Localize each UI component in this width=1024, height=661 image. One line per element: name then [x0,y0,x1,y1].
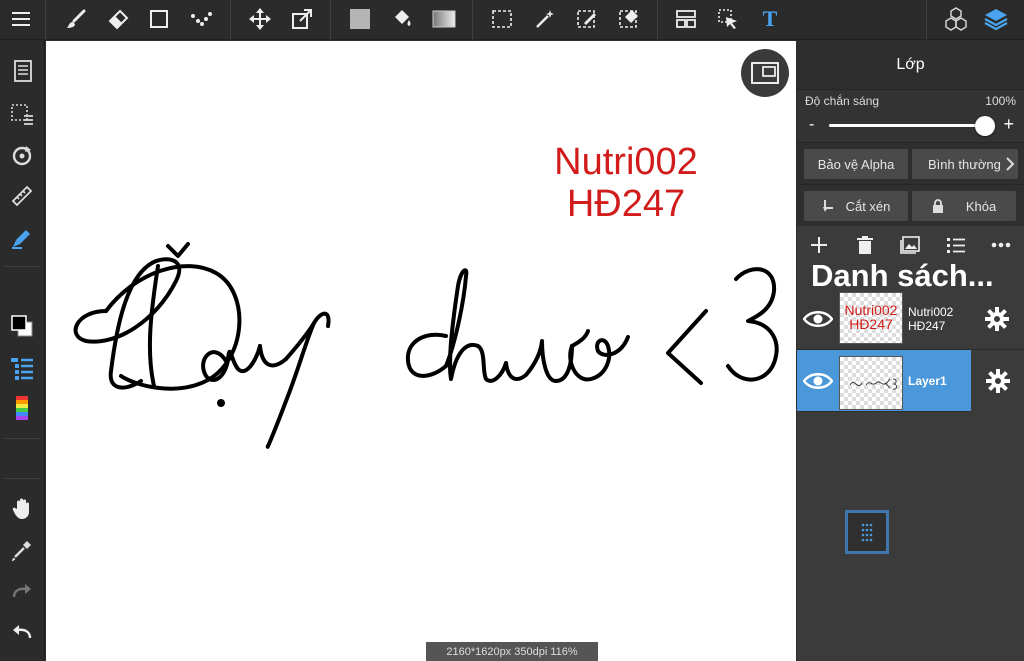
more-options-icon[interactable] [988,234,1014,256]
pages-icon[interactable] [6,55,38,87]
panel-title: Lớp [797,40,1024,90]
left-toolbar [0,40,45,661]
transform-icon[interactable] [287,4,317,34]
layer-thumbnail [839,356,903,410]
dot-select-icon[interactable] [186,4,216,34]
app-window: T Nutri002 HĐ247 2160*1620px 350dpi 116%… [0,0,1024,661]
thumbnail-text: Nutri002 HĐ247 [844,302,898,332]
layer-actions-row [797,226,1024,262]
pen-settings-icon[interactable] [6,222,38,254]
clip-lock-row: Cắt xén Khóa [797,184,1024,226]
brush-list-icon[interactable] [6,352,38,384]
blend-mode-label: Bình thường [928,156,1001,172]
layer-drag-handle[interactable] [845,510,889,554]
layer-thumbnail: Nutri002 HĐ247 [839,292,903,344]
visibility-eye-icon[interactable] [803,368,833,394]
undo-icon[interactable] [6,616,38,648]
fill-color-icon[interactable] [345,4,375,34]
layer-panel: Lớp Độ chắn sáng 100% - + Bảo vệ Alpha B… [797,40,1024,661]
layer-name: Layer1 [908,374,947,388]
rectangle-icon[interactable] [144,4,174,34]
handwritten-strokes [73,242,779,449]
brush-icon[interactable] [61,4,91,34]
chevron-right-icon [1006,157,1015,171]
eyedropper-icon[interactable] [6,534,38,566]
lock-button[interactable]: Khóa [912,191,1016,221]
blend-row: Bảo vệ Alpha Bình thường [797,142,1024,184]
layer-list-icon[interactable] [943,234,969,256]
redo-icon[interactable] [6,575,38,607]
materials-icon[interactable] [941,4,971,34]
protect-alpha-button[interactable]: Bảo vệ Alpha [804,149,908,179]
eraser-icon[interactable] [103,4,133,34]
layer-name: Nutri002 HĐ247 [908,305,954,333]
ruler-icon[interactable] [6,180,38,212]
clip-button[interactable]: Cắt xén [804,191,908,221]
clip-arrow-icon [822,200,833,212]
layer-settings-gear-icon[interactable] [983,305,1011,333]
magic-wand-icon[interactable] [530,4,560,34]
blend-mode-button[interactable]: Bình thường [912,149,1018,179]
select-rect-icon[interactable] [487,4,517,34]
color-swatch-icon[interactable] [6,310,38,342]
grip-dots-icon [861,523,873,542]
layers-icon[interactable] [981,4,1011,34]
image-layer-icon[interactable] [897,234,923,256]
layer-settings-gear-icon[interactable] [971,350,1024,412]
text-icon[interactable]: T [755,4,785,34]
gradient-icon[interactable] [429,4,459,34]
opacity-decrease-button[interactable]: - [809,116,814,134]
opacity-value: 100% [985,94,1016,108]
thumbnail-scribble [849,378,897,390]
move-icon[interactable] [245,4,275,34]
add-layer-icon[interactable] [806,234,832,256]
drawing-canvas[interactable]: Nutri002 HĐ247 2160*1620px 350dpi 116% [46,41,796,661]
canvas-status-bar: 2160*1620px 350dpi 116% [426,642,598,661]
opacity-label: Độ chắn sáng [805,94,880,108]
select-cursor-icon[interactable] [713,4,743,34]
opacity-increase-button[interactable]: + [1003,114,1014,135]
select-pen-icon[interactable] [572,4,602,34]
color-palette-icon[interactable] [6,392,38,424]
opacity-slider-knob[interactable] [975,116,995,136]
panel-layout-icon[interactable] [671,4,701,34]
menu-icon[interactable] [6,4,36,34]
lock-label: Khóa [965,198,997,214]
clip-label: Cắt xén [845,198,891,214]
lock-icon [932,199,943,213]
opacity-slider-track[interactable] [829,124,989,127]
hand-icon[interactable] [6,492,38,524]
layer-row[interactable]: Nutri002 HĐ247 Nutri002 HĐ247 [797,288,1024,350]
layer-row-selected[interactable]: Layer1 [797,350,1024,412]
visibility-eye-icon[interactable] [803,306,833,332]
bucket-icon[interactable] [387,4,417,34]
selection-list-icon[interactable] [6,98,38,130]
select-eraser-icon[interactable] [614,4,644,34]
top-toolbar: T [0,0,1024,40]
rotate-view-icon[interactable] [6,140,38,172]
opacity-section: Độ chắn sáng 100% - + [797,90,1024,142]
delete-layer-icon[interactable] [852,234,878,256]
